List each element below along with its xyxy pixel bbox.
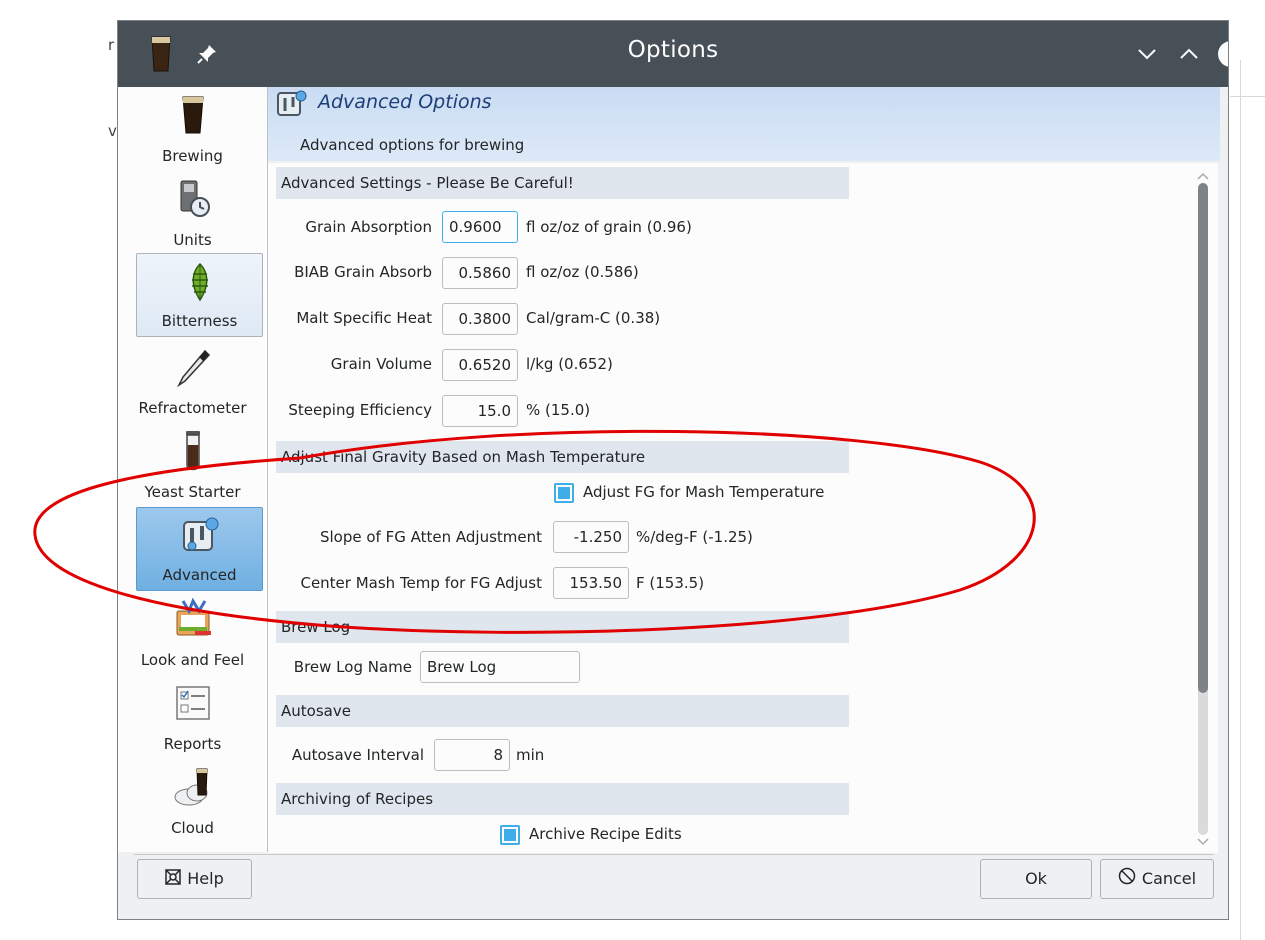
brew-log-name-input[interactable]: Brew Log	[420, 651, 580, 683]
biab-grain-absorb-unit: fl oz/oz (0.586)	[526, 263, 639, 281]
scrollbar-thumb[interactable]	[1198, 183, 1208, 693]
adjust-fg-checkbox[interactable]	[554, 483, 574, 503]
cancel-button-label: Cancel	[1141, 869, 1197, 888]
section-header-archiving: Archiving of Recipes	[276, 783, 849, 815]
malt-specific-heat-label: Malt Specific Heat	[296, 309, 432, 327]
page-subtitle: Advanced options for brewing	[300, 136, 525, 154]
beer-glass-icon	[171, 93, 215, 137]
settings-scroll-area[interactable]: Advanced Settings - Please Be Careful! G…	[268, 163, 1218, 853]
grain-absorption-input[interactable]: 0.9600	[442, 211, 518, 243]
section-header-brew-log: Brew Log	[276, 611, 849, 643]
advanced-icon	[178, 514, 222, 558]
steeping-efficiency-input[interactable]: 15.0	[442, 395, 518, 427]
cancel-icon	[1118, 861, 1136, 899]
grain-absorption-unit: fl oz/oz of grain (0.96)	[526, 218, 692, 236]
advanced-options-icon	[276, 89, 310, 119]
grain-absorption-label: Grain Absorption	[305, 218, 432, 236]
window-title: Options	[627, 37, 719, 63]
ok-button[interactable]: Ok	[980, 859, 1092, 899]
autosave-interval-input[interactable]: 8	[434, 739, 510, 771]
background-fragment: r	[108, 36, 115, 54]
checklist-icon	[171, 681, 215, 725]
sidebar-item-bitterness[interactable]: Bitterness	[136, 253, 263, 337]
page-header: Advanced Options Advanced options for br…	[268, 87, 1220, 161]
test-tube-icon	[171, 429, 215, 473]
options-sidebar: Brewing Units Bitterness Refractometer Y…	[118, 87, 268, 852]
cancel-button[interactable]: Cancel	[1100, 859, 1214, 899]
fg-slope-input[interactable]: -1.250	[553, 521, 629, 553]
lifebuoy-icon	[165, 861, 181, 899]
sidebar-item-reports[interactable]: Reports	[118, 675, 267, 759]
sidebar-item-label: Yeast Starter	[144, 483, 241, 501]
sidebar-item-label: Reports	[163, 735, 222, 753]
close-button[interactable]	[1216, 39, 1228, 69]
section-header-autosave: Autosave	[276, 695, 849, 727]
adjust-fg-checkbox-label[interactable]: Adjust FG for Mash Temperature	[583, 483, 824, 501]
autosave-interval-label: Autosave Interval	[291, 746, 424, 764]
fg-slope-unit: %/deg-F (-1.25)	[636, 528, 753, 546]
sidebar-item-label: Look and Feel	[140, 651, 245, 669]
sidebar-item-label: Units	[173, 231, 212, 249]
fg-slope-label: Slope of FG Atten Adjustment	[319, 528, 542, 546]
help-button[interactable]: Help	[137, 859, 252, 899]
maximize-button[interactable]	[1174, 39, 1204, 69]
sidebar-item-brewing[interactable]: Brewing	[118, 87, 267, 171]
archive-recipe-edits-checkbox[interactable]	[500, 825, 520, 845]
steeping-efficiency-label: Steeping Efficiency	[288, 401, 432, 419]
cloud-beer-icon	[171, 765, 215, 809]
sidebar-item-label: Brewing	[162, 147, 223, 165]
biab-grain-absorb-label: BIAB Grain Absorb	[294, 263, 432, 281]
title-bar: Options	[118, 21, 1228, 87]
sidebar-item-label: Advanced	[162, 566, 237, 584]
center-mash-temp-unit: F (153.5)	[636, 574, 705, 592]
section-header-advanced: Advanced Settings - Please Be Careful!	[276, 167, 849, 199]
vertical-scrollbar[interactable]	[1194, 169, 1212, 851]
center-mash-temp-input[interactable]: 153.50	[553, 567, 629, 599]
footer-divider	[134, 854, 1214, 855]
page-title: Advanced Options	[318, 91, 492, 113]
background-divider	[1240, 60, 1241, 940]
minimize-button[interactable]	[1132, 39, 1162, 69]
malt-specific-heat-input[interactable]: 0.3800	[442, 303, 518, 335]
grain-volume-input[interactable]: 0.6520	[442, 349, 518, 381]
background-fragment: v	[108, 122, 117, 140]
brew-log-name-label: Brew Log Name	[293, 658, 412, 676]
autosave-interval-unit: min	[516, 746, 545, 764]
sidebar-item-refractometer[interactable]: Refractometer	[118, 339, 267, 423]
archive-recipe-edits-label[interactable]: Archive Recipe Edits	[529, 825, 682, 843]
center-mash-temp-label: Center Mash Temp for FG Adjust	[300, 574, 542, 592]
steeping-efficiency-unit: % (15.0)	[526, 401, 591, 419]
sidebar-item-label: Cloud	[171, 819, 214, 837]
grain-volume-unit: l/kg (0.652)	[526, 355, 613, 373]
section-header-fg: Adjust Final Gravity Based on Mash Tempe…	[276, 441, 849, 473]
sidebar-item-look-and-feel[interactable]: Look and Feel	[118, 591, 267, 675]
palette-icon	[171, 597, 215, 641]
background-divider	[1230, 96, 1265, 97]
sidebar-item-label: Refractometer	[138, 399, 247, 417]
options-dialog: Options Brewing Units Bitterness Refract…	[117, 20, 1229, 920]
help-button-label: Help	[187, 869, 224, 888]
units-icon	[171, 177, 215, 221]
malt-specific-heat-unit: Cal/gram-C (0.38)	[526, 309, 661, 327]
options-content: Advanced Options Advanced options for br…	[268, 87, 1223, 857]
scroll-down-icon[interactable]	[1194, 835, 1212, 849]
sidebar-item-units[interactable]: Units	[118, 171, 267, 255]
sidebar-item-cloud[interactable]: Cloud	[118, 759, 267, 843]
refractometer-icon	[171, 345, 215, 389]
grain-volume-label: Grain Volume	[330, 355, 432, 373]
biab-grain-absorb-input[interactable]: 0.5860	[442, 257, 518, 289]
sidebar-item-yeast-starter[interactable]: Yeast Starter	[118, 423, 267, 507]
scroll-up-icon[interactable]	[1194, 169, 1212, 183]
sidebar-item-advanced[interactable]: Advanced	[136, 507, 263, 591]
hops-icon	[178, 260, 222, 304]
sidebar-item-label: Bitterness	[161, 312, 238, 330]
